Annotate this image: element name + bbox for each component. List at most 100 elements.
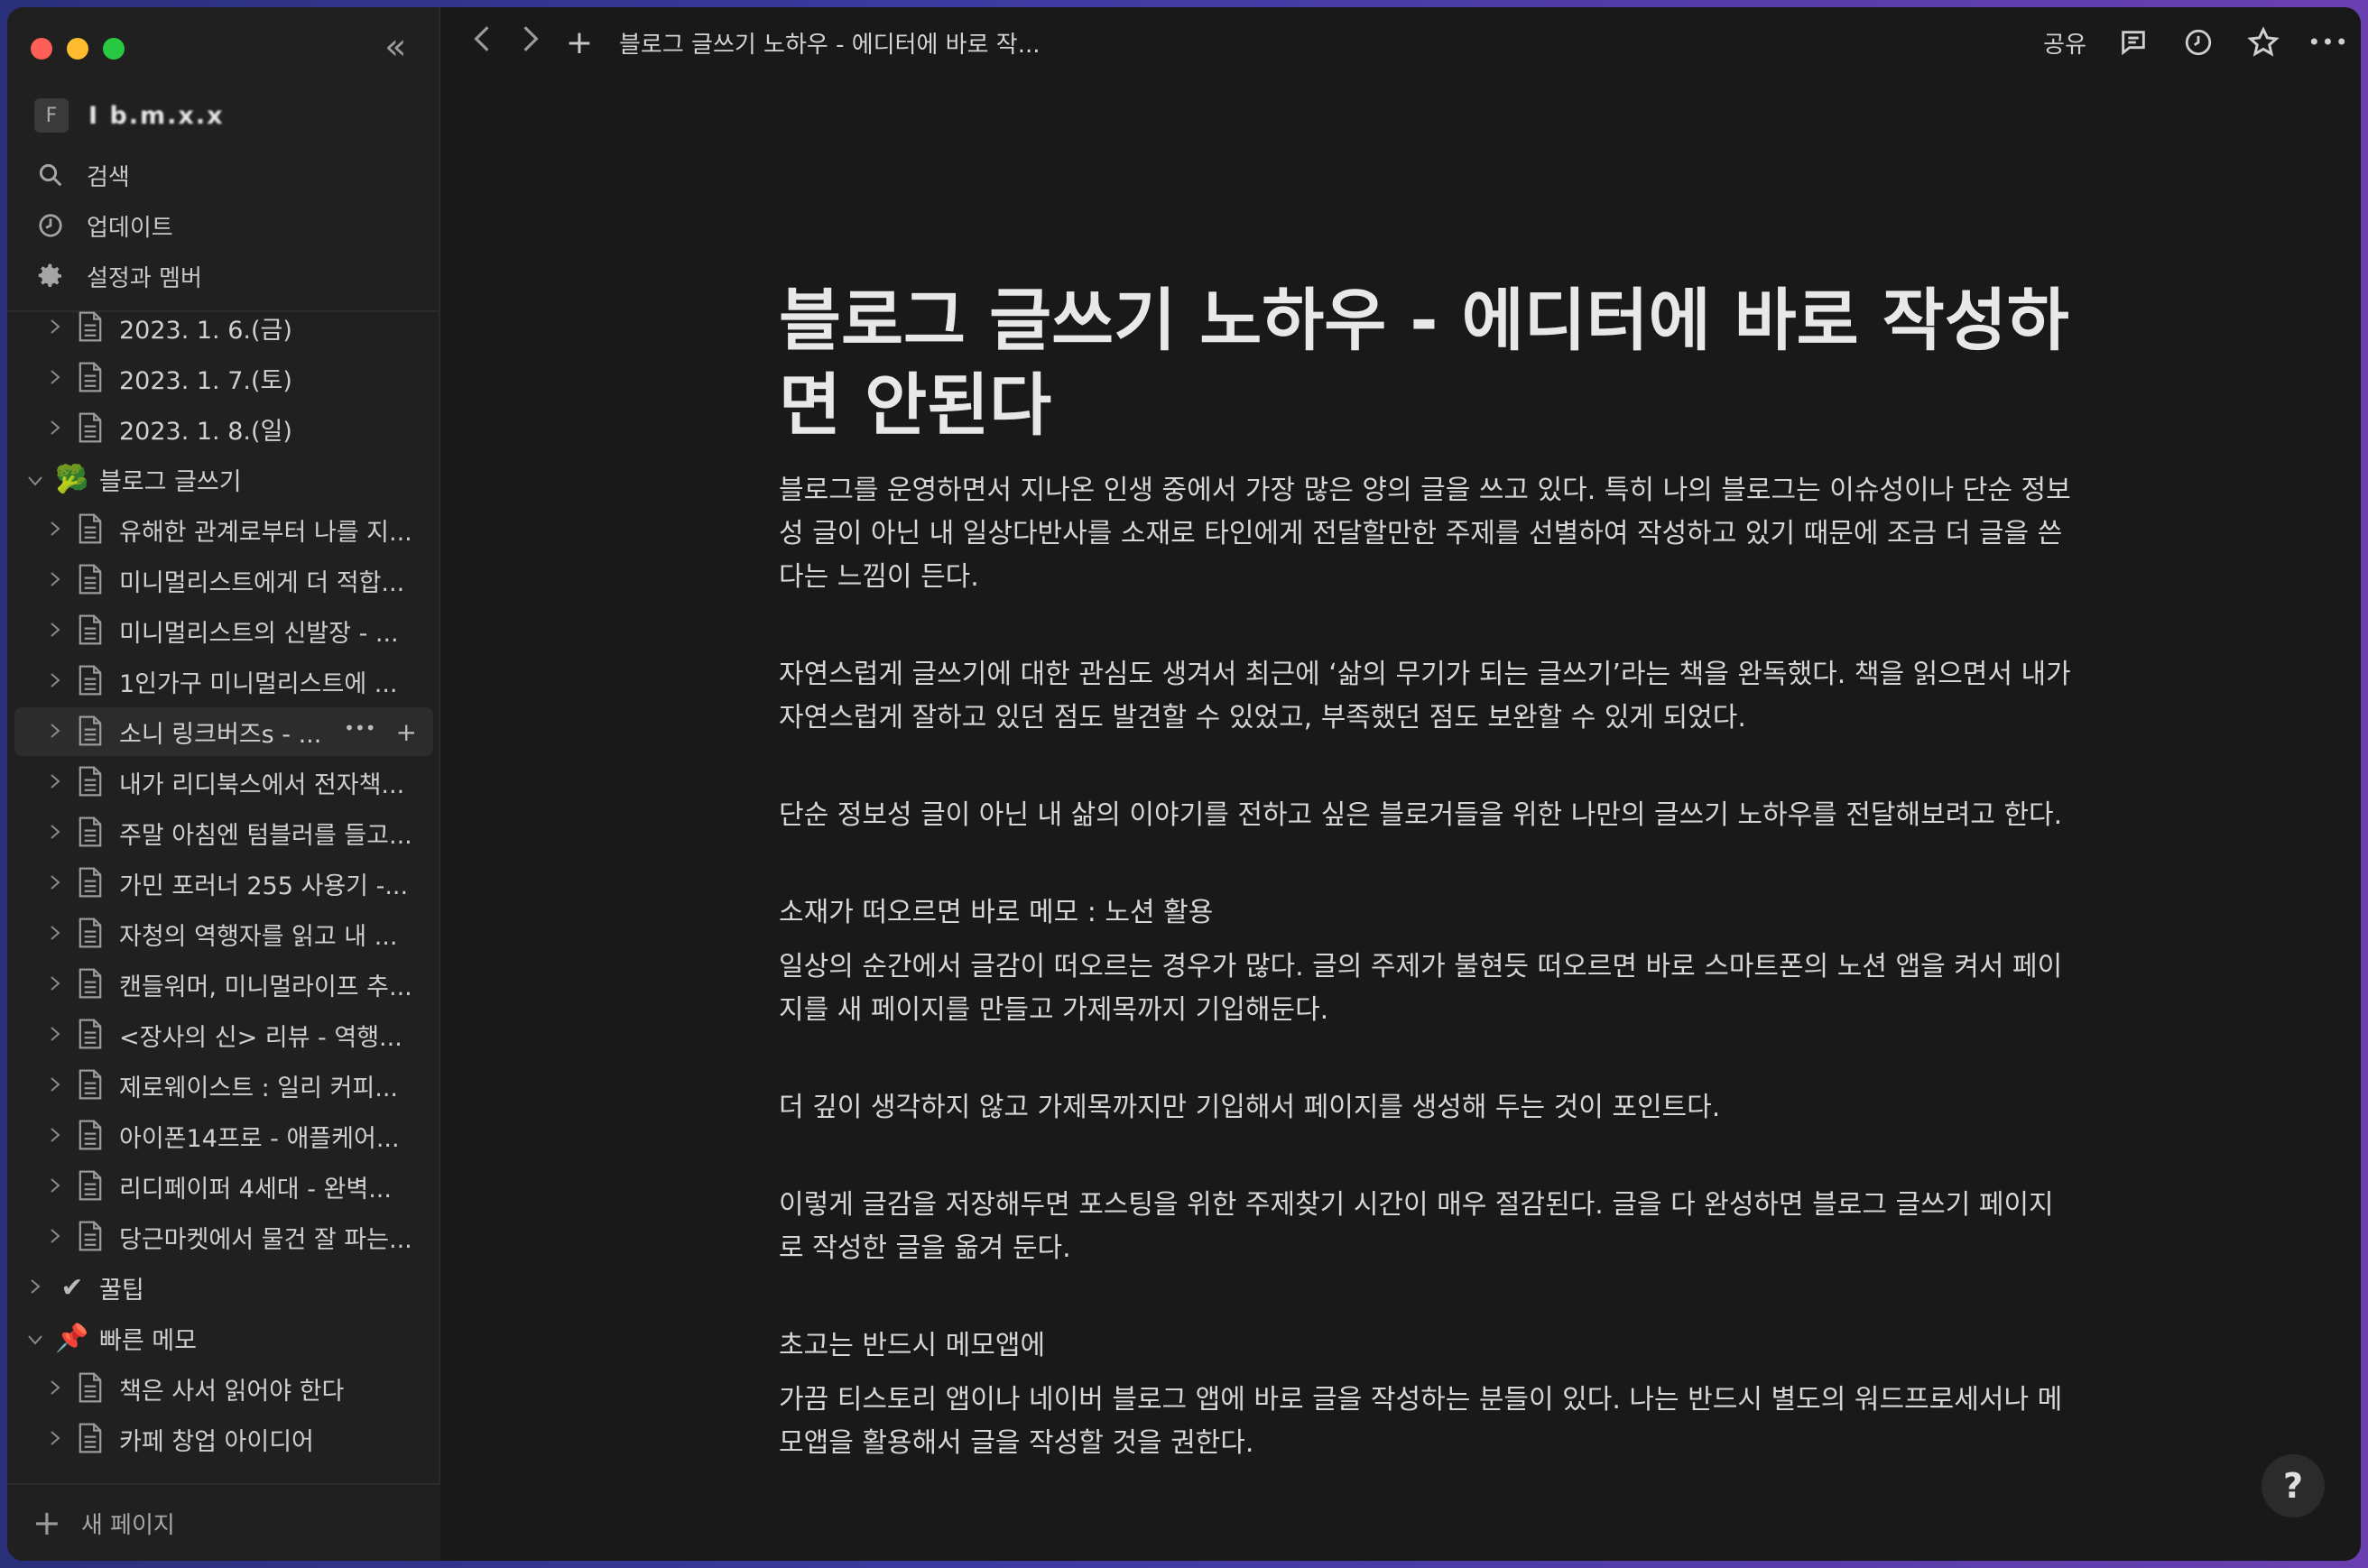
star-icon[interactable] — [2245, 24, 2281, 60]
add-page-icon[interactable]: + — [563, 24, 596, 61]
sidebar-page-item[interactable]: 주말 아침엔 텀블러를 들고... — [14, 808, 433, 857]
text-block[interactable]: 자연스럽게 글쓰기에 대한 관심도 생겨서 최근에 ‘삶의 무기가 되는 글쓰기… — [779, 653, 2078, 740]
sidebar-page-item[interactable]: 2023. 1. 6.(금) — [14, 303, 433, 352]
text-block[interactable]: 소재가 떠오르면 바로 메모 : 노션 활용 — [779, 891, 2078, 935]
page-emoji-icon: 📌 — [55, 1322, 89, 1354]
history-icon[interactable] — [2180, 24, 2216, 60]
comment-icon[interactable] — [2115, 24, 2151, 60]
sidebar-item-settings[interactable]: 설정과 멤버 — [34, 253, 202, 300]
sidebar-page-item[interactable]: 제로웨이스트 : 일리 커피... — [14, 1061, 433, 1110]
sidebar-page-item[interactable]: 자청의 역행자를 읽고 내 ... — [14, 909, 433, 958]
sidebar-item-search[interactable]: 검색 — [34, 152, 130, 198]
sidebar-page-item[interactable]: 카페 창업 아이디어 — [14, 1415, 433, 1463]
chevron-right-icon[interactable] — [43, 618, 67, 643]
sidebar-page-item[interactable]: 2023. 1. 8.(일) — [14, 404, 433, 453]
back-icon[interactable] — [466, 24, 498, 61]
page-tree: 2023. 1. 6.(금) 2023. 1. 7.(토) 2023. 1. 8.(… — [7, 303, 440, 1476]
text-block[interactable]: 이렇게 글감을 저장해두면 포스팅을 위한 주제찾기 시간이 매우 절감된다. … — [779, 1184, 2078, 1270]
close-window-button[interactable] — [31, 38, 52, 60]
app-window: « F I b.m.x.x 검색 업데이트 설정과 멤버 2023. 1. 6.… — [7, 7, 2361, 1561]
share-button[interactable]: 공유 — [2043, 26, 2086, 60]
sidebar-page-item[interactable]: 1인가구 미니멀리스트에 ... — [14, 657, 433, 706]
chevron-right-icon[interactable] — [43, 1022, 67, 1047]
collapse-sidebar-button[interactable]: « — [384, 29, 406, 65]
chevron-right-icon[interactable] — [43, 1174, 67, 1199]
sidebar-page-item[interactable]: 가민 포러너 255 사용기 -... — [14, 859, 433, 908]
sidebar-page-item[interactable]: <장사의 신> 리뷰 - 역행... — [14, 1010, 433, 1059]
sidebar-page-label: 캔들워머, 미니멀라이프 추... — [119, 973, 412, 1001]
text-block[interactable]: 초고는 반드시 메모앱에 — [779, 1324, 2078, 1368]
sidebar-page-item[interactable]: 캔들워머, 미니멀라이프 추... — [14, 960, 433, 1009]
chevron-right-icon[interactable] — [43, 820, 67, 845]
clock-icon — [34, 209, 67, 242]
chevron-down-icon[interactable] — [23, 1325, 47, 1351]
chevron-right-icon[interactable] — [43, 517, 67, 542]
sidebar-page-label: 가민 포러너 255 사용기 -... — [119, 872, 409, 900]
sidebar-page-label: 블로그 글쓰기 — [99, 467, 242, 496]
page-title[interactable]: 블로그 글쓰기 노하우 - 에디터에 바로 작성하면 안된다 — [779, 278, 2078, 447]
sidebar-item-label: 검색 — [87, 163, 130, 191]
sidebar-page-item[interactable]: ✔ 꿀팁 — [14, 1263, 433, 1312]
page-icon — [78, 311, 106, 344]
page-icon — [78, 766, 106, 798]
workspace-switcher[interactable]: F I b.m.x.x — [34, 94, 225, 137]
minimize-window-button[interactable] — [67, 38, 88, 60]
text-block[interactable]: 더 깊이 생각하지 않고 가제목까지만 기입해서 페이지를 생성해 두는 것이 … — [779, 1086, 2078, 1130]
chevron-right-icon[interactable] — [43, 871, 67, 896]
page-icon — [78, 1120, 106, 1152]
chevron-right-icon[interactable] — [43, 1123, 67, 1148]
sidebar-page-label: 2023. 1. 7.(토) — [119, 366, 292, 395]
sidebar-page-item[interactable]: 리디페이퍼 4세대 - 완벽... — [14, 1162, 433, 1211]
sidebar-page-item[interactable]: 2023. 1. 7.(토) — [14, 354, 433, 402]
add-subpage-icon[interactable]: + — [396, 717, 417, 747]
sidebar-page-item[interactable]: 📌 빠른 메모 — [14, 1314, 433, 1362]
chevron-right-icon[interactable] — [43, 669, 67, 694]
chevron-right-icon[interactable] — [43, 770, 67, 795]
chevron-right-icon[interactable] — [43, 567, 67, 593]
chevron-right-icon[interactable] — [43, 972, 67, 997]
chevron-right-icon[interactable] — [43, 416, 67, 441]
chevron-right-icon[interactable] — [43, 1073, 67, 1098]
more-options-icon[interactable]: ••• — [2308, 24, 2347, 60]
page-icon — [78, 564, 106, 596]
page-icon — [78, 665, 106, 697]
page-icon — [78, 1423, 106, 1455]
text-block[interactable]: 일상의 순간에서 글감이 떠오르는 경우가 많다. 글의 주제가 불현듯 떠오르… — [779, 945, 2078, 1032]
sidebar-page-item[interactable]: 책은 사서 읽어야 한다 — [14, 1364, 433, 1413]
sidebar-page-label: 꿀팁 — [99, 1276, 144, 1305]
zoom-window-button[interactable] — [103, 38, 125, 60]
text-block[interactable]: 가끔 티스토리 앱이나 네이버 블로그 앱에 바로 글을 작성하는 분들이 있다… — [779, 1379, 2078, 1465]
chevron-right-icon[interactable] — [43, 719, 67, 744]
sidebar-page-item[interactable]: 🥦 블로그 글쓰기 — [14, 455, 433, 503]
breadcrumb[interactable]: 블로그 글쓰기 노하우 - 에디터에 바로 작... — [619, 26, 1040, 60]
more-icon[interactable]: ••• — [344, 717, 375, 747]
chevron-down-icon[interactable] — [23, 466, 47, 492]
sidebar-page-item[interactable]: 소니 링크버즈s - ... ••• + — [14, 707, 433, 756]
text-block[interactable]: 단순 정보성 글이 아닌 내 삶의 이야기를 전하고 싶은 블로거들을 위한 나… — [779, 794, 2078, 837]
chevron-right-icon[interactable] — [43, 1224, 67, 1250]
chevron-right-icon[interactable] — [43, 921, 67, 946]
sidebar-page-item[interactable]: 유해한 관계로부터 나를 지... — [14, 505, 433, 554]
chevron-right-icon[interactable] — [43, 365, 67, 391]
sidebar-item-updates[interactable]: 업데이트 — [34, 202, 173, 249]
sidebar-page-item[interactable]: 미니멀리스트의 신발장 - ... — [14, 606, 433, 655]
sidebar-page-item[interactable]: 미니멀리스트에게 더 적합... — [14, 556, 433, 604]
page-icon — [78, 412, 106, 445]
sidebar-page-label: 미니멀리스트에게 더 적합... — [119, 568, 405, 597]
page-icon — [78, 918, 106, 950]
sidebar-page-label: 제로웨이스트 : 일리 커피... — [119, 1074, 398, 1102]
text-block[interactable]: 블로그를 운영하면서 지나온 인생 중에서 가장 많은 양의 글을 쓰고 있다.… — [779, 469, 2078, 599]
chevron-right-icon[interactable] — [43, 315, 67, 340]
sidebar-page-item[interactable]: 내가 리디북스에서 전자책... — [14, 758, 433, 807]
chevron-right-icon[interactable] — [43, 1376, 67, 1401]
sidebar-page-item[interactable]: 당근마켓에서 물건 잘 파는... — [14, 1213, 433, 1261]
sidebar-item-label: 업데이트 — [87, 214, 173, 242]
chevron-right-icon[interactable] — [43, 1426, 67, 1452]
page-icon — [78, 1069, 106, 1102]
help-button[interactable]: ? — [2262, 1454, 2325, 1517]
chevron-right-icon[interactable] — [23, 1275, 47, 1300]
page-icon — [78, 362, 106, 394]
sidebar-page-item[interactable]: 아이폰14프로 - 애플케어... — [14, 1111, 433, 1160]
forward-icon[interactable] — [514, 24, 547, 61]
new-page-button[interactable]: + 새 페이지 — [7, 1483, 440, 1561]
